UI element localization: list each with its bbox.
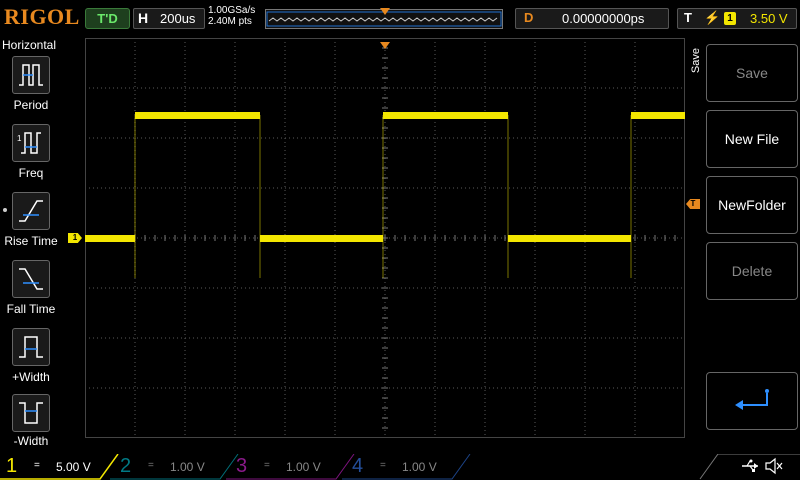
measure-fall-time-button[interactable]	[12, 260, 50, 298]
speaker-muted-icon[interactable]	[764, 457, 784, 480]
ch1-tab[interactable]: 1 = 5.00 V	[6, 454, 106, 480]
trigger-time-marker	[380, 37, 390, 55]
svg-text:1: 1	[17, 134, 22, 143]
ch1-coupling: =	[34, 460, 40, 471]
ch4-scale: 1.00 V	[402, 460, 437, 474]
ch2-scale: 1.00 V	[170, 460, 205, 474]
delete-label: Delete	[731, 263, 773, 279]
freq-icon: 1	[17, 132, 41, 154]
ch3-tab[interactable]: 3 = 1.00 V	[236, 454, 336, 480]
ch4-number: 4	[352, 455, 364, 477]
ch1-trace-level	[260, 235, 383, 242]
ch1-trace-level	[383, 112, 508, 119]
positive-width-label: +Width	[12, 370, 50, 384]
save-softkey-menu: Save T Save New File NewFolder Delete	[686, 38, 800, 438]
measure-period-button[interactable]	[12, 56, 50, 94]
freq-label: Freq	[18, 166, 44, 180]
trigger-position-icon	[380, 8, 390, 15]
channel-bar: 1 = 5.00 V 2 = 1.00 V 3 = 1.00 V 4 = 1.0…	[0, 454, 800, 480]
ch1-scale: 5.00 V	[56, 460, 91, 474]
trigger-settings[interactable]: T ⚡ 1 3.50 V	[677, 8, 797, 29]
trigger-level-marker[interactable]: T	[686, 199, 700, 209]
fall-time-icon	[19, 268, 43, 290]
sample-rate: 1.00GSa/s	[208, 5, 256, 16]
new-folder-button[interactable]: NewFolder	[706, 176, 798, 234]
negative-width-icon	[19, 402, 43, 424]
ch3-coupling: =	[264, 460, 270, 471]
measure-negative-width-button[interactable]	[12, 394, 50, 432]
positive-width-icon	[19, 336, 43, 358]
trigger-source: 1	[724, 12, 736, 25]
ch3-number: 3	[236, 455, 248, 477]
usb-icon	[740, 458, 760, 479]
new-file-label: New File	[724, 131, 780, 147]
measure-positive-width-button[interactable]	[12, 328, 50, 366]
ch1-trace-level	[135, 112, 260, 119]
save-label: Save	[736, 65, 768, 81]
horizontal-measure-menu: Horizontal Period 1 Freq Rise Time Fall …	[0, 36, 62, 454]
horizontal-delay[interactable]: D 0.00000000ps	[515, 8, 669, 29]
ch1-number: 1	[6, 455, 18, 477]
graticule	[84, 37, 686, 439]
return-button[interactable]	[706, 372, 798, 430]
ch2-tab[interactable]: 2 = 1.00 V	[120, 454, 220, 480]
negative-width-label: -Width	[13, 434, 49, 448]
waveform-display[interactable]	[84, 37, 686, 439]
delay-label: D	[524, 10, 534, 25]
new-folder-label: NewFolder	[718, 197, 786, 213]
measure-rise-time-button[interactable]	[12, 192, 50, 230]
run-stop-status[interactable]: T'D	[85, 8, 130, 29]
rising-edge-icon: ⚡	[704, 10, 721, 25]
memory-depth: 2.40M pts	[208, 16, 252, 27]
new-file-button[interactable]: New File	[706, 110, 798, 168]
status-bar: RIGOL T'D H 200us 1.00GSa/s 2.40M pts D …	[0, 0, 800, 34]
ch1-trace-level	[85, 235, 135, 242]
delete-button[interactable]: Delete	[706, 242, 798, 300]
trigger-level: 3.50 V	[750, 11, 788, 26]
ch4-coupling: =	[380, 460, 386, 471]
acquisition-info: 1.00GSa/s 2.40M pts	[208, 5, 255, 27]
period-icon	[19, 64, 43, 86]
ch1-offset-marker[interactable]: 1	[68, 233, 82, 243]
trigger-time-icon	[380, 42, 390, 49]
measure-freq-button[interactable]: 1	[12, 124, 50, 162]
selection-dot	[3, 208, 7, 212]
ch1-trace-level	[631, 112, 685, 119]
save-menu-title: Save	[690, 48, 702, 74]
trigger-label: T	[684, 10, 692, 25]
ch2-number: 2	[120, 455, 132, 477]
timebase-value: 200us	[160, 11, 196, 26]
ch2-coupling: =	[148, 460, 154, 471]
delay-value: 0.00000000ps	[562, 11, 645, 26]
return-arrow-icon	[735, 389, 769, 410]
ch1-trace-level	[508, 235, 631, 242]
memory-trigger-marker	[380, 8, 390, 20]
horizontal-label: H	[138, 10, 149, 26]
rise-time-icon	[19, 200, 43, 222]
fall-time-label: Fall Time	[6, 302, 56, 316]
horizontal-timebase[interactable]: H 200us	[133, 8, 205, 29]
ch4-tab[interactable]: 4 = 1.00 V	[352, 454, 452, 480]
menu-title: Horizontal	[2, 38, 57, 52]
ch3-scale: 1.00 V	[286, 460, 321, 474]
rise-time-label: Rise Time	[4, 234, 58, 248]
rigol-logo: RIGOL	[4, 4, 80, 29]
save-button[interactable]: Save	[706, 44, 798, 102]
period-label: Period	[13, 98, 49, 112]
